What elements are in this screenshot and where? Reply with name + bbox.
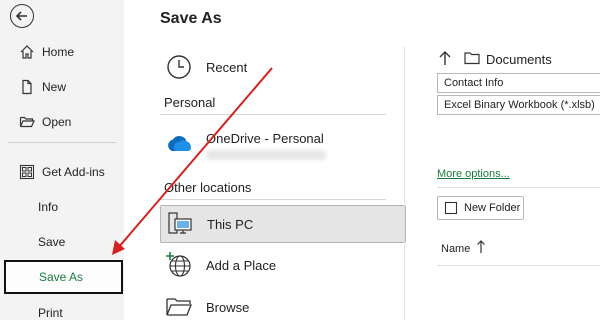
section-divider bbox=[160, 199, 386, 200]
back-button[interactable] bbox=[10, 4, 34, 28]
new-folder-label: New Folder bbox=[464, 202, 521, 214]
nav-item-label: Get Add-ins bbox=[42, 165, 105, 179]
location-label: Browse bbox=[206, 299, 250, 315]
current-folder-label[interactable]: Documents bbox=[486, 52, 552, 67]
clock-icon bbox=[164, 52, 194, 82]
location-label: Add a Place bbox=[206, 257, 277, 273]
file-type-select[interactable]: Excel Binary Workbook (*.xlsb) bbox=[437, 95, 600, 115]
addins-grid-icon bbox=[18, 163, 36, 181]
location-label: OneDrive - Personal bbox=[206, 130, 324, 146]
column-label: Name bbox=[441, 242, 471, 255]
nav-item-label: Home bbox=[42, 45, 75, 59]
backstage-nav: Home New Open Get Add-ins Info Save Save… bbox=[0, 0, 124, 320]
section-divider bbox=[437, 265, 600, 266]
nav-item-label: Save bbox=[38, 235, 66, 249]
section-header-other-locations: Other locations bbox=[164, 180, 252, 195]
nav-item-save-as[interactable]: Save As bbox=[4, 260, 123, 294]
current-folder-row: Documents bbox=[438, 50, 552, 69]
section-header-personal: Personal bbox=[164, 95, 216, 110]
nav-item-save[interactable]: Save bbox=[0, 225, 124, 259]
location-add-a-place[interactable]: Add a Place bbox=[160, 246, 406, 284]
pane-divider bbox=[404, 46, 405, 320]
back-arrow-icon bbox=[15, 11, 27, 21]
open-folder-icon bbox=[18, 113, 36, 131]
new-document-icon bbox=[18, 78, 36, 96]
nav-item-label: Print bbox=[38, 306, 63, 320]
globe-plus-icon bbox=[164, 250, 194, 280]
folder-icon bbox=[164, 292, 194, 320]
nav-item-label: New bbox=[42, 80, 67, 94]
up-arrow-icon[interactable] bbox=[438, 50, 452, 69]
onedrive-cloud-icon bbox=[164, 129, 194, 159]
nav-item-label: Info bbox=[38, 200, 59, 214]
page-title: Save As bbox=[160, 10, 222, 27]
location-label: This PC bbox=[207, 216, 254, 232]
location-label: Recent bbox=[206, 59, 248, 75]
folder-icon bbox=[464, 51, 480, 68]
sort-up-arrow-icon bbox=[476, 240, 486, 257]
nav-item-new[interactable]: New bbox=[0, 70, 124, 104]
filename-input[interactable]: Contact Info bbox=[437, 73, 600, 93]
new-folder-button[interactable]: New Folder bbox=[437, 196, 524, 220]
nav-item-print[interactable]: Print bbox=[0, 296, 124, 320]
location-recent[interactable]: Recent bbox=[160, 48, 406, 86]
computer-icon bbox=[165, 209, 195, 239]
nav-item-home[interactable]: Home bbox=[0, 35, 124, 69]
section-divider bbox=[437, 187, 600, 188]
nav-item-info[interactable]: Info bbox=[0, 190, 124, 224]
nav-item-label: Save As bbox=[39, 270, 84, 284]
more-options-link[interactable]: More options... bbox=[437, 168, 510, 180]
nav-divider bbox=[8, 142, 116, 143]
new-folder-icon bbox=[444, 201, 458, 215]
nav-item-open[interactable]: Open bbox=[0, 105, 124, 139]
nav-item-get-addins[interactable]: Get Add-ins bbox=[0, 155, 124, 189]
section-divider bbox=[160, 114, 386, 115]
home-icon bbox=[18, 43, 36, 61]
location-this-pc[interactable]: This PC bbox=[160, 205, 406, 243]
nav-item-label: Open bbox=[42, 115, 72, 129]
name-column-header[interactable]: Name bbox=[441, 240, 486, 257]
location-browse[interactable]: Browse bbox=[160, 288, 406, 320]
account-email-redacted bbox=[206, 150, 326, 160]
